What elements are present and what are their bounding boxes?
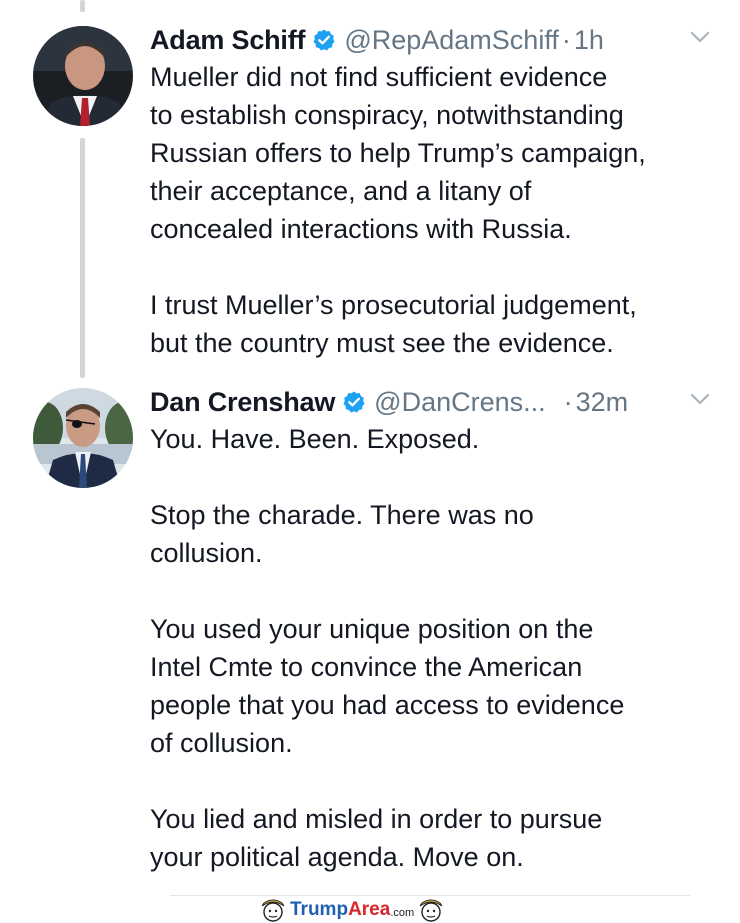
text-line: Mueller did not find sufficient evidence [150, 62, 608, 92]
tweet-text: Mueller did not find sufficient evidence… [150, 58, 725, 362]
watermark-text-area: Area [348, 899, 391, 920]
tweet-paragraph: You lied and misled in order to pursue y… [150, 800, 725, 876]
text-line: Stop the charade. There was no [150, 500, 534, 530]
chevron-down-icon[interactable] [690, 30, 710, 44]
cartoon-face-icon [261, 899, 285, 922]
text-line: your political agenda. Move on. [150, 842, 524, 872]
author-handle[interactable]: @DanCrens... [374, 387, 545, 418]
text-line: Intel Cmte to convince the American [150, 652, 583, 682]
avatar-photo-schiff [33, 26, 133, 126]
text-line: to establish conspiracy, notwithstanding [150, 100, 624, 130]
tweet-paragraph: You used your unique position on the Int… [150, 610, 725, 762]
tweet-paragraph: I trust Mueller’s prosecutorial judgemen… [150, 286, 725, 362]
text-line: concealed interactions with Russia. [150, 214, 572, 244]
thread-connector-top [80, 0, 85, 12]
text-line: but the country must see the evidence. [150, 328, 614, 358]
tweet-header: Adam Schiff @RepAdamSchiff · 1h [150, 20, 720, 60]
author-handle[interactable]: @RepAdamSchiff [344, 25, 559, 56]
verified-badge-icon [313, 29, 335, 51]
timestamp[interactable]: 32m [576, 387, 629, 418]
cartoon-face-icon [419, 899, 443, 922]
separator-dot: · [563, 386, 573, 417]
text-line: You. Have. Been. Exposed. [150, 424, 480, 454]
avatar[interactable] [33, 388, 133, 488]
tweet-paragraph: Mueller did not find sufficient evidence… [150, 58, 725, 248]
text-line: I trust Mueller’s prosecutorial judgemen… [150, 290, 637, 320]
text-line: You lied and misled in order to pursue [150, 804, 603, 834]
text-line: of collusion. [150, 728, 293, 758]
text-line: Russian offers to help Trump’s campaign, [150, 138, 646, 168]
verified-badge-icon [343, 391, 365, 413]
tweet-paragraph: Stop the charade. There was no collusion… [150, 496, 725, 572]
thread-connector [80, 138, 85, 378]
avatar[interactable] [33, 26, 133, 126]
text-line: their acceptance, and a litany of [150, 176, 532, 206]
text-line: collusion. [150, 538, 263, 568]
tweet-header: Dan Crenshaw @DanCrens... · 32m [150, 382, 720, 422]
watermark-text-trump: Trump [290, 899, 349, 920]
separator-dot: · [561, 24, 571, 55]
avatar-photo-crenshaw [33, 388, 133, 488]
timestamp[interactable]: 1h [574, 25, 604, 56]
text-line: You used your unique position on the [150, 614, 594, 644]
author-name[interactable]: Dan Crenshaw [150, 387, 335, 418]
tweet-text: You. Have. Been. Exposed. Stop the chara… [150, 420, 725, 876]
watermark-logo: Trump Area .com [258, 898, 446, 922]
tweet-paragraph: You. Have. Been. Exposed. [150, 420, 725, 458]
watermark-text-com: .com [390, 907, 415, 919]
divider [170, 895, 690, 896]
author-name[interactable]: Adam Schiff [150, 25, 306, 56]
chevron-down-icon[interactable] [690, 392, 710, 406]
text-line: people that you had access to evidence [150, 690, 625, 720]
